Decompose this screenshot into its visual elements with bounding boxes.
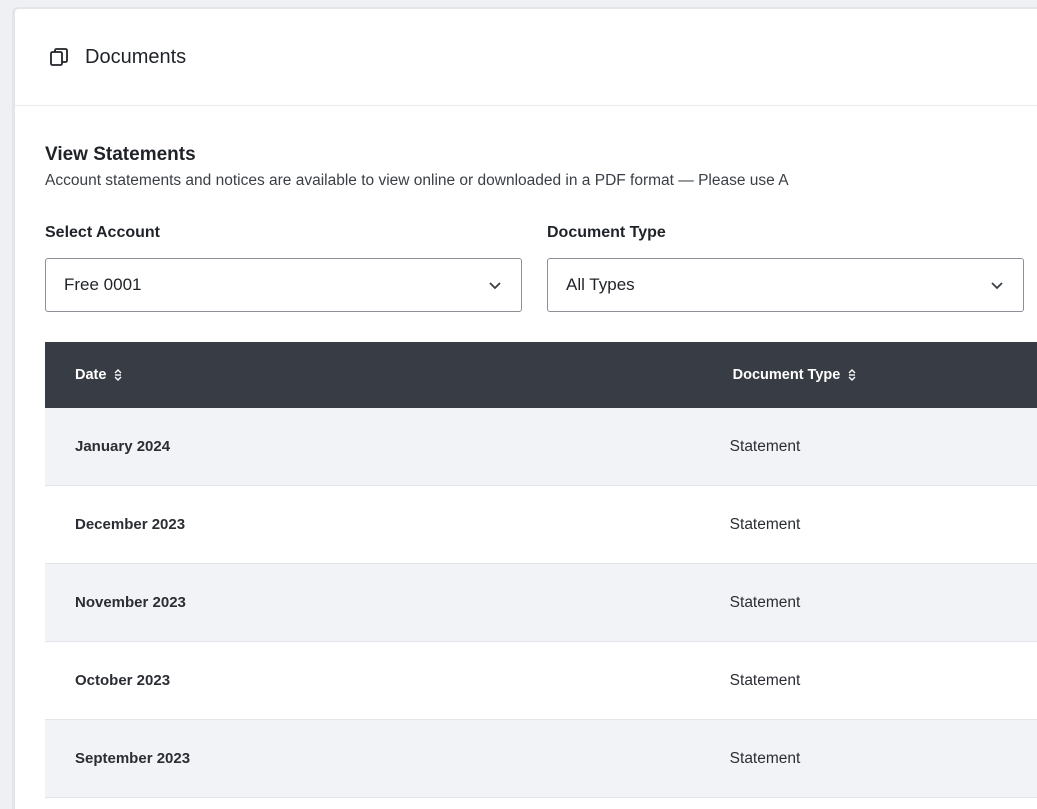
doc-type-select[interactable]: All Types [547,258,1024,312]
row-date: December 2023 [75,516,186,533]
doc-type-select-value: All Types [566,275,635,294]
sort-icon[interactable] [113,368,123,382]
card-header: Documents [15,9,1037,106]
table-row[interactable]: October 2023 Statement [45,642,1037,720]
table-row[interactable]: December 2023 Statement [45,486,1037,564]
row-document-type: Statement [729,593,801,611]
statements-section: View Statements Account statements and n… [15,144,1037,798]
row-document-type: Statement [729,437,801,455]
chevron-down-icon [487,277,503,293]
row-document-type: Statement [729,515,801,533]
account-filter: Select Account Free 0001 [45,224,522,312]
account-label: Select Account [45,224,160,241]
page-title: Documents [85,45,187,68]
filters: Select Account Free 0001 Document Type A… [45,224,1037,312]
table-row[interactable]: November 2023 Statement [45,564,1037,642]
account-select[interactable]: Free 0001 [45,258,522,312]
row-document-type: Statement [729,749,801,767]
row-date: November 2023 [75,594,186,611]
chevron-down-icon [989,277,1005,293]
column-header-label: Document Type [732,367,841,383]
doc-type-label: Document Type [547,224,666,241]
sort-icon[interactable] [847,368,857,382]
documents-table: Date Document Type January 2024 Statemen… [45,342,1037,798]
column-header-label: Date [75,367,107,383]
documents-card: Documents View Statements Account statem… [12,7,1037,809]
column-header-date[interactable]: Date [45,367,565,383]
doc-type-filter: Document Type All Types [547,224,1024,312]
row-date: September 2023 [75,750,191,767]
section-description: Account statements and notices are avail… [45,172,789,189]
row-document-type: Statement [729,671,801,689]
row-date: January 2024 [75,438,171,455]
table-row[interactable]: January 2024 Statement [45,408,1037,486]
section-title: View Statements [45,144,196,165]
copy-icon [48,46,70,68]
account-select-value: Free 0001 [64,275,142,294]
table-row[interactable]: September 2023 Statement [45,720,1037,798]
table-header: Date Document Type [45,342,1037,408]
column-header-document-type[interactable]: Document Type [565,367,1025,383]
row-date: October 2023 [75,672,171,689]
